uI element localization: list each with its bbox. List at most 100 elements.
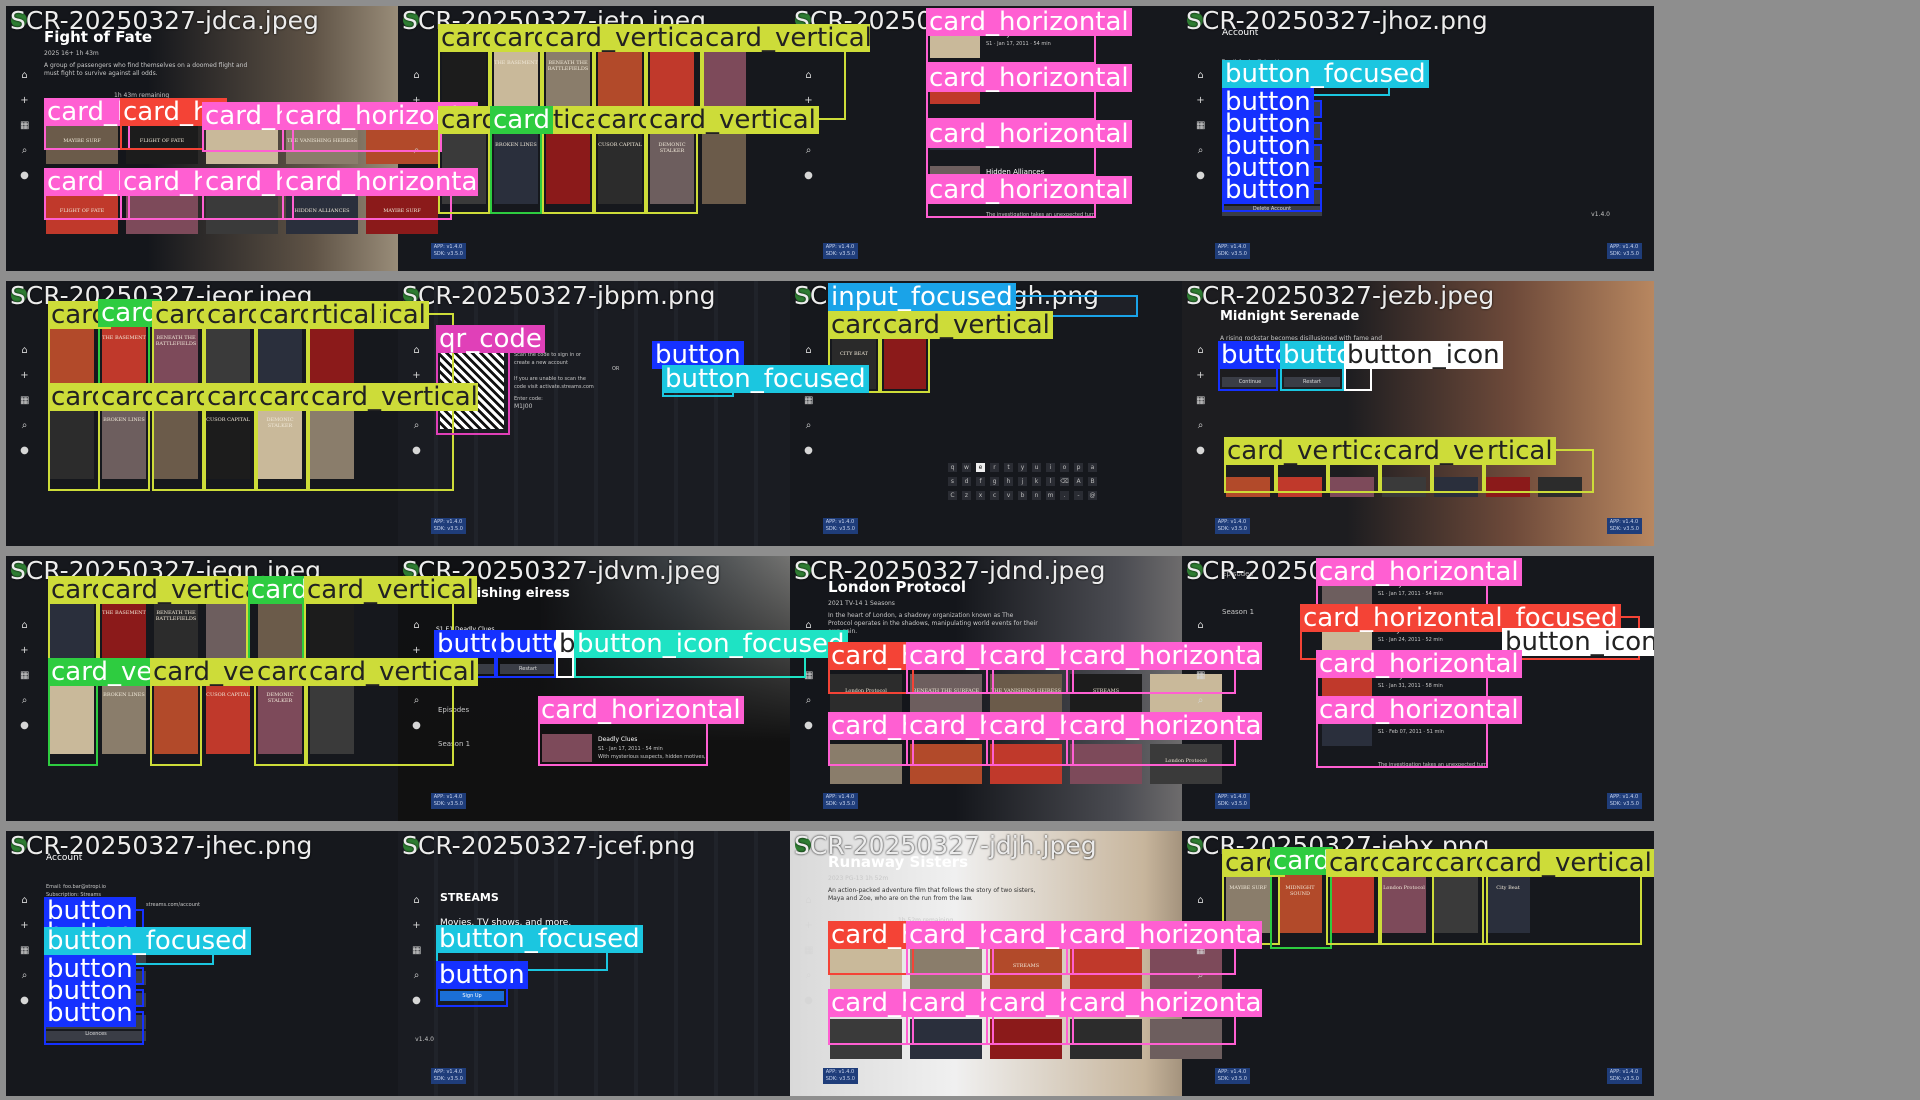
home-icon[interactable]: ⌂ [412,71,421,81]
keyboard-key[interactable]: b [1018,491,1027,500]
user-icon[interactable]: ● [1196,171,1205,181]
grid-icon[interactable]: ▦ [412,946,421,956]
home-icon[interactable]: ⌂ [20,346,29,356]
keyboard-key[interactable]: C [948,491,957,500]
card-vertical[interactable] [702,124,746,204]
keyboard-key[interactable]: d [962,477,971,486]
keyboard-key[interactable]: @ [1088,491,1097,500]
keyboard-key[interactable]: t [1004,463,1013,472]
user-icon[interactable]: ● [20,721,29,731]
plus-icon[interactable]: + [20,371,29,381]
keyboard-key[interactable]: m [1046,491,1055,500]
user-icon[interactable]: ● [804,171,813,181]
annotation-label: card_h [202,168,295,196]
keyboard-key[interactable]: - [1074,491,1083,500]
annotation-label: qr_code [436,325,545,353]
plus-icon[interactable]: + [1196,371,1205,381]
home-icon[interactable]: ⌂ [20,71,29,81]
screenshot-filename: SCR-20250327-jcef.png [402,831,696,860]
keyboard-key[interactable]: s [948,477,957,486]
keyboard-key[interactable]: v [1004,491,1013,500]
annotation-label: card_horizontal [926,120,1132,148]
annotation-label: card_horizontal [926,176,1132,204]
user-icon[interactable]: ● [804,446,813,456]
annotation-label: card_horizontal [1316,696,1522,724]
search-icon[interactable]: ⌕ [804,146,813,156]
plus-icon[interactable]: + [20,646,29,656]
grid-icon[interactable]: ▦ [804,946,813,956]
user-icon[interactable]: ● [20,171,29,181]
search-icon[interactable]: ⌕ [20,421,29,431]
plus-icon[interactable]: + [412,921,421,931]
version-badge: APP: v1.4.0 SDK: v3.5.0 [1606,518,1642,534]
keyboard-key[interactable]: u [1032,463,1041,472]
plus-icon[interactable]: + [804,921,813,931]
annotation-label: button_icon_focused [574,630,848,658]
home-icon[interactable]: ⌂ [412,896,421,906]
keyboard-key[interactable]: h [1004,477,1013,486]
hero-description: A group of passengers who find themselve… [44,62,248,77]
keyboard-key[interactable]: r [990,463,999,472]
search-icon[interactable]: ⌕ [1196,421,1205,431]
keyboard-key[interactable]: y [1018,463,1027,472]
home-icon[interactable]: ⌂ [804,346,813,356]
hero-meta: 2021 TV-14 1 Seasons [828,600,895,607]
version-plain: v1.4.0 [415,1036,434,1043]
home-icon[interactable]: ⌂ [1196,346,1205,356]
home-icon[interactable]: ⌂ [1196,896,1205,906]
keyboard-key[interactable]: j [1018,477,1027,486]
home-icon[interactable]: ⌂ [1196,621,1205,631]
grid-icon[interactable]: ▦ [20,396,29,406]
user-icon[interactable]: ● [20,446,29,456]
annotation-label: card [490,106,553,134]
search-icon[interactable]: ⌕ [412,971,421,981]
keyboard-key[interactable]: w [962,463,971,472]
keyboard-key[interactable]: c [990,491,999,500]
keyboard-key[interactable]: A [1074,477,1083,486]
keyboard-key[interactable]: g [990,477,999,486]
keyboard-key[interactable]: k [1032,477,1041,486]
search-icon[interactable]: ⌕ [804,421,813,431]
keyboard-key[interactable]: B [1088,477,1097,486]
user-icon[interactable]: ● [804,721,813,731]
search-icon[interactable]: ⌕ [20,146,29,156]
search-icon[interactable]: ⌕ [1196,696,1205,706]
keyboard-key[interactable]: . [1060,491,1069,500]
grid-icon[interactable]: ▦ [1196,121,1205,131]
search-icon[interactable]: ⌕ [20,696,29,706]
plus-icon[interactable]: + [20,96,29,106]
grid-icon[interactable]: ▦ [1196,396,1205,406]
home-icon[interactable]: ⌂ [804,896,813,906]
user-icon[interactable]: ● [412,996,421,1006]
search-icon[interactable]: ⌕ [20,971,29,981]
keyboard-key[interactable]: ⌫ [1060,477,1069,486]
keyboard-key[interactable]: o [1060,463,1069,472]
keyboard-key[interactable]: x [976,491,985,500]
keyboard-key[interactable]: i [1046,463,1055,472]
search-icon[interactable]: ⌕ [804,696,813,706]
user-icon[interactable]: ● [1196,446,1205,456]
keyboard-key[interactable]: a [1088,463,1097,472]
plus-icon[interactable]: + [1196,96,1205,106]
grid-icon[interactable]: ▦ [20,671,29,681]
user-icon[interactable]: ● [20,996,29,1006]
keyboard-key[interactable]: f [976,477,985,486]
grid-icon[interactable]: ▦ [20,121,29,131]
home-icon[interactable]: ⌂ [1196,71,1205,81]
grid-icon[interactable]: ▦ [20,946,29,956]
grid-icon[interactable]: ▦ [804,396,813,406]
keyboard-key[interactable]: l [1046,477,1055,486]
or-divider: OR [612,366,620,372]
home-icon[interactable]: ⌂ [20,896,29,906]
search-icon[interactable]: ⌕ [804,971,813,981]
user-icon[interactable]: ● [804,996,813,1006]
home-icon[interactable]: ⌂ [20,621,29,631]
plus-icon[interactable]: + [20,921,29,931]
hero-meta: 2023 PG-13 1h 52m [828,875,889,882]
keyboard-key[interactable]: e [976,463,985,472]
keyboard-key[interactable]: n [1032,491,1041,500]
keyboard-key[interactable]: q [948,463,957,472]
keyboard-key[interactable]: p [1074,463,1083,472]
keyboard-key[interactable]: z [962,491,971,500]
search-icon[interactable]: ⌕ [1196,146,1205,156]
